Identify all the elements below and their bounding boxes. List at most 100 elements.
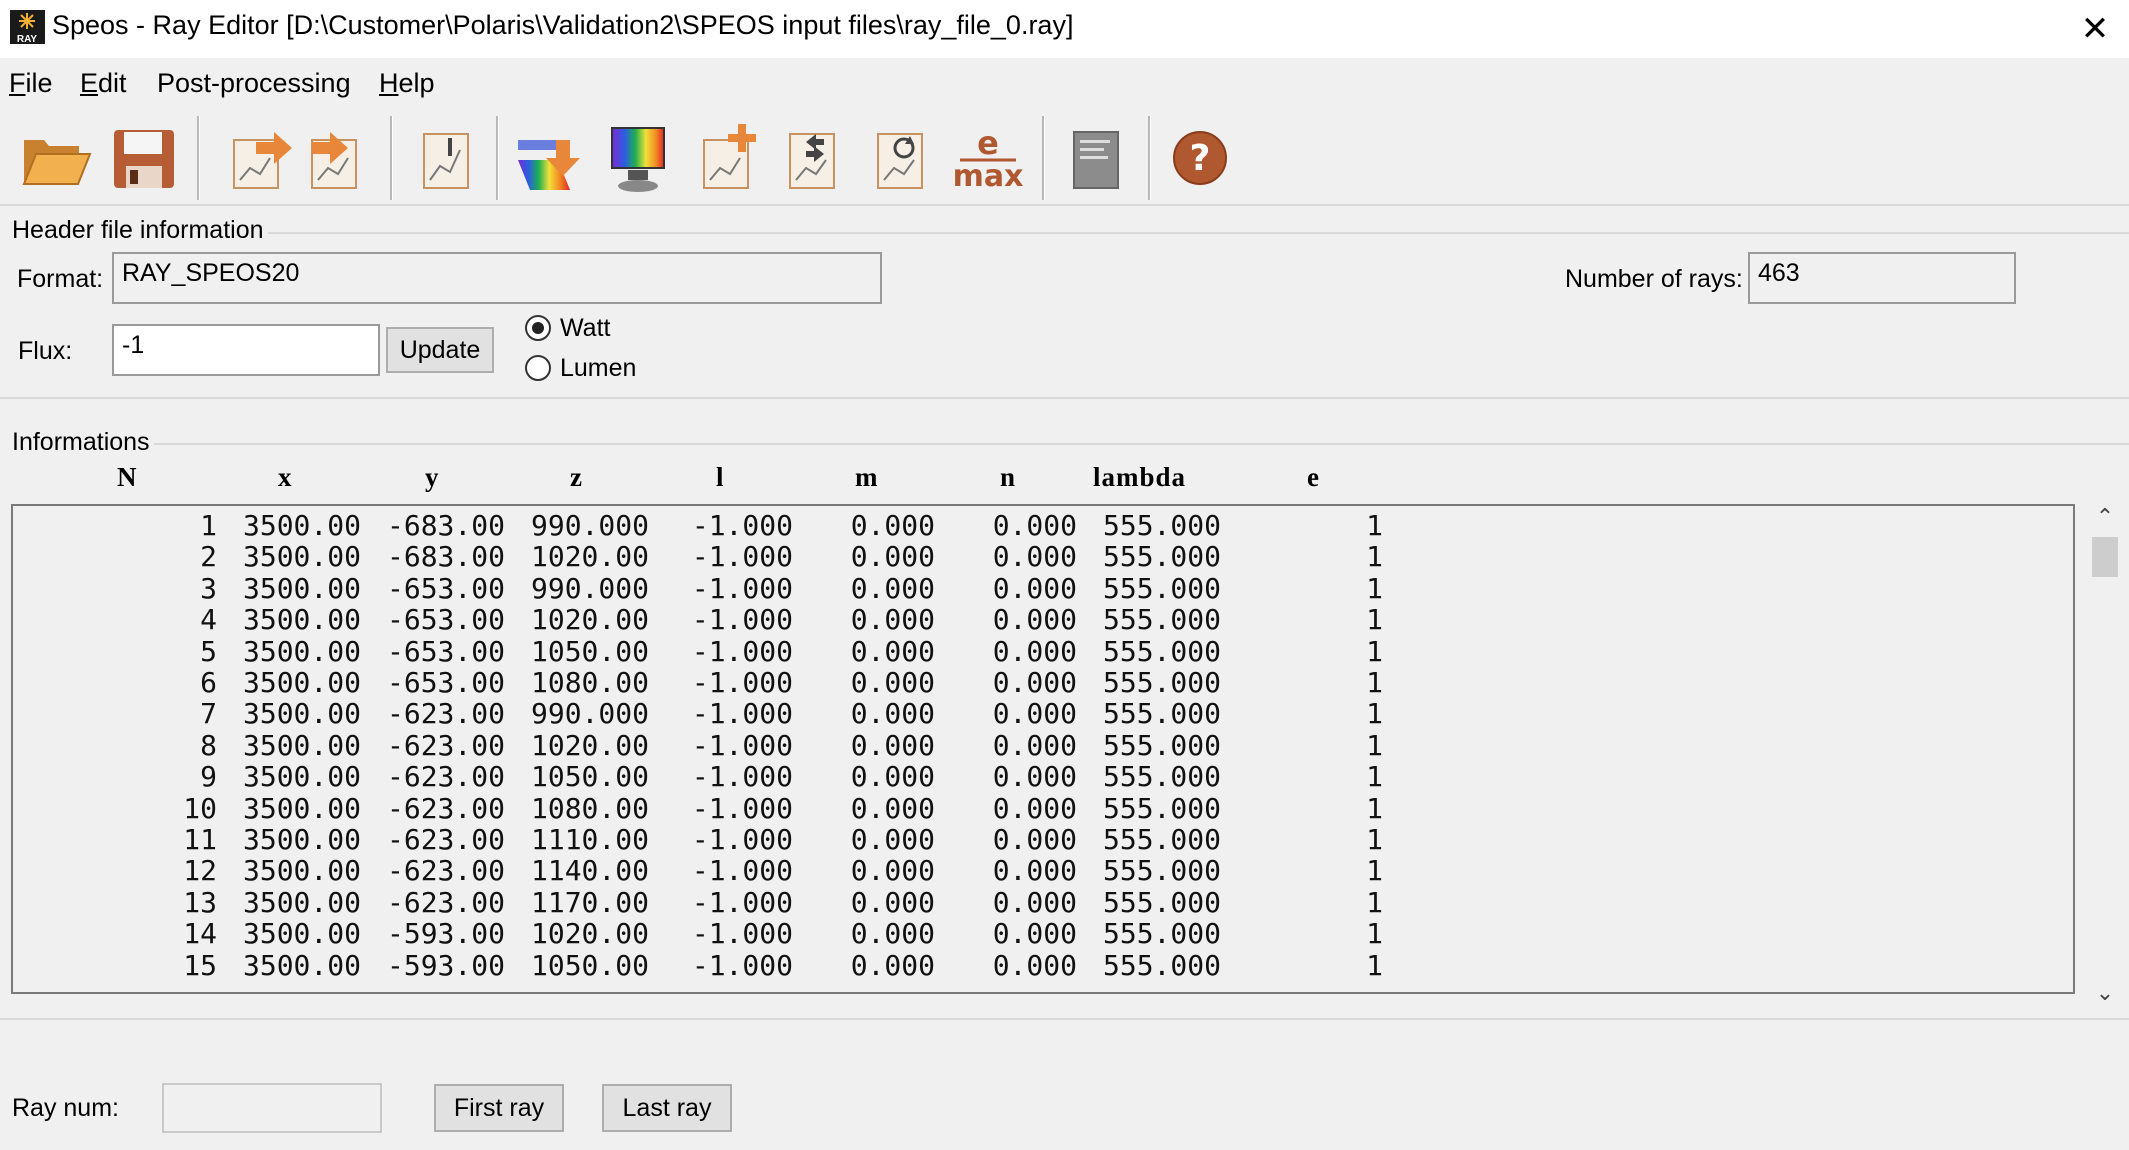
ray-cell-l: -1.000 [691, 791, 793, 825]
ray-row[interactable]: 6 3500.00 -653.00 1080.00 -1.000 0.000 0.000 55… [13, 667, 1413, 698]
ray-cell-m: 0.000 [850, 728, 935, 762]
spectrum-download-icon[interactable] [512, 120, 588, 196]
ray-cell-e: 1 [1366, 854, 1383, 888]
chart-refresh-icon[interactable] [864, 120, 940, 196]
first-ray-button[interactable]: First ray [434, 1084, 564, 1132]
ray-cell-l: -1.000 [691, 540, 793, 574]
close-button[interactable]: ✕ [2070, 4, 2120, 54]
ray-cell-m: 0.000 [850, 917, 935, 951]
ray-cell-z: 1170.00 [530, 885, 649, 919]
number-of-rays-label: Number of rays: [1565, 265, 1743, 293]
ray-cell-l: -1.000 [691, 571, 793, 605]
help-icon-glyph: ? [1190, 138, 1211, 179]
format-field[interactable]: RAY_SPEOS20 [112, 252, 882, 304]
ray-cell-z: 1020.00 [530, 603, 649, 637]
ray-cell-e: 1 [1366, 634, 1383, 668]
save-disk-icon[interactable] [106, 120, 182, 196]
ray-cell-z: 1020.00 [530, 917, 649, 951]
ray-cell-n: 3 [200, 571, 217, 605]
ray-row[interactable]: 7 3500.00 -623.00 990.000 -1.000 0.000 0.000 55… [13, 698, 1413, 729]
update-button[interactable]: Update [386, 327, 494, 373]
column-headers: N x y z l m n lambda e [10, 462, 1410, 502]
number-of-rays-field[interactable]: 463 [1748, 252, 2016, 304]
ray-cell-n-dir: 0.000 [992, 728, 1077, 762]
chart-settings-icon[interactable] [408, 120, 484, 196]
app-icon-label: RAY [17, 34, 38, 44]
notepad-icon[interactable] [1058, 120, 1134, 196]
ray-cell-z: 1050.00 [530, 760, 649, 794]
ray-cell-l: -1.000 [691, 697, 793, 731]
ray-cell-e: 1 [1366, 540, 1383, 574]
flux-input[interactable]: -1 [112, 324, 380, 376]
export-chart-icon[interactable] [220, 120, 296, 196]
menu-post-processing[interactable]: Post-processing [157, 68, 351, 99]
ray-cell-n: 9 [200, 760, 217, 794]
ray-row[interactable]: 12 3500.00 -623.00 1140.00 -1.000 0.000 0.000 5… [13, 855, 1413, 886]
scroll-up-icon[interactable]: ⌃ [2088, 504, 2122, 534]
window-title: Speos - Ray Editor [D:\Customer\Polaris\… [52, 10, 1074, 40]
ray-cell-n-dir: 0.000 [992, 854, 1077, 888]
radio-selected-dot [532, 322, 544, 334]
e-max-icon[interactable]: e max [950, 120, 1026, 196]
ray-row[interactable]: 4 3500.00 -653.00 1020.00 -1.000 0.000 0.000 55… [13, 604, 1413, 635]
toolbar-separator [1148, 116, 1151, 200]
ray-row[interactable]: 14 3500.00 -593.00 1020.00 -1.000 0.000 0.000 5… [13, 918, 1413, 949]
ray-cell-n-dir: 0.000 [992, 540, 1077, 574]
ray-cell-n: 12 [183, 854, 217, 888]
menu-edit-accel: E [80, 68, 99, 98]
ray-cell-n-dir: 0.000 [992, 634, 1077, 668]
ray-cell-lambda: 555.000 [1102, 509, 1221, 542]
ray-cell-m: 0.000 [850, 603, 935, 637]
ray-cell-y: -623.00 [386, 760, 505, 794]
scroll-down-icon[interactable]: ⌄ [2088, 980, 2122, 1010]
open-folder-icon[interactable] [18, 120, 94, 196]
ray-row[interactable]: 11 3500.00 -623.00 1110.00 -1.000 0.000 0.000 5… [13, 824, 1413, 855]
ray-cell-e: 1 [1366, 823, 1383, 856]
ray-cell-x: 3500.00 [242, 791, 361, 825]
column-header-n-direction: n [1000, 462, 1017, 492]
ray-num-input[interactable] [162, 1083, 382, 1133]
last-ray-button[interactable]: Last ray [602, 1084, 732, 1132]
ray-cell-e: 1 [1366, 760, 1383, 794]
ray-cell-y: -683.00 [386, 509, 505, 542]
spectrum-monitor-icon[interactable] [600, 120, 676, 196]
ray-cell-z: 1050.00 [530, 634, 649, 668]
ray-cell-l: -1.000 [691, 666, 793, 699]
toolbar-separator [197, 116, 200, 200]
menu-edit[interactable]: Edit [80, 68, 127, 99]
watt-radio[interactable] [525, 315, 551, 341]
ray-cell-lambda: 555.000 [1102, 885, 1221, 919]
column-header-l: l [716, 462, 725, 492]
menu-help[interactable]: Help [379, 68, 435, 99]
help-icon[interactable]: ? [1162, 120, 1238, 196]
ray-cell-n-dir: 0.000 [992, 666, 1077, 699]
add-chart-icon[interactable] [692, 120, 768, 196]
ray-row[interactable]: 9 3500.00 -623.00 1050.00 -1.000 0.000 0.000 55… [13, 761, 1413, 792]
column-header-lambda: lambda [1093, 462, 1187, 492]
ray-row[interactable]: 5 3500.00 -653.00 1050.00 -1.000 0.000 0.000 55… [13, 636, 1413, 667]
lumen-radio[interactable] [525, 355, 551, 381]
scroll-thumb[interactable] [2092, 537, 2118, 577]
column-header-e: e [1307, 462, 1320, 492]
rays-list[interactable]: 1 3500.00 -683.00 990.000 -1.000 0.000 0.000 55… [11, 504, 2075, 994]
ray-row[interactable]: 2 3500.00 -683.00 1020.00 -1.000 0.000 0.000 55… [13, 541, 1413, 572]
vertical-scrollbar[interactable]: ⌃ ⌄ [2088, 504, 2122, 1010]
ray-cell-l: -1.000 [691, 634, 793, 668]
menu-file[interactable]: File [9, 68, 53, 99]
ray-cell-e: 1 [1366, 509, 1383, 542]
ray-cell-x: 3500.00 [242, 540, 361, 574]
ray-row[interactable]: 3 3500.00 -653.00 990.000 -1.000 0.000 0.000 55… [13, 573, 1413, 604]
ray-row[interactable]: 8 3500.00 -623.00 1020.00 -1.000 0.000 0.000 55… [13, 730, 1413, 761]
ray-row[interactable]: 1 3500.00 -683.00 990.000 -1.000 0.000 0.000 55… [13, 510, 1413, 541]
chart-swap-icon[interactable] [776, 120, 852, 196]
ray-row[interactable]: 15 3500.00 -593.00 1050.00 -1.000 0.000 0.000 5… [13, 950, 1413, 981]
import-chart-icon[interactable] [298, 120, 374, 196]
ray-row[interactable]: 13 3500.00 -623.00 1170.00 -1.000 0.000 0.000 5… [13, 887, 1413, 918]
ray-cell-lambda: 555.000 [1102, 791, 1221, 825]
ray-cell-z: 1080.00 [530, 791, 649, 825]
menu-file-label: ile [25, 68, 53, 98]
ray-row[interactable]: 10 3500.00 -623.00 1080.00 -1.000 0.000 0.000 5… [13, 793, 1413, 824]
ray-cell-e: 1 [1366, 697, 1383, 731]
ray-cell-lambda: 555.000 [1102, 540, 1221, 574]
ray-cell-y: -623.00 [386, 697, 505, 731]
